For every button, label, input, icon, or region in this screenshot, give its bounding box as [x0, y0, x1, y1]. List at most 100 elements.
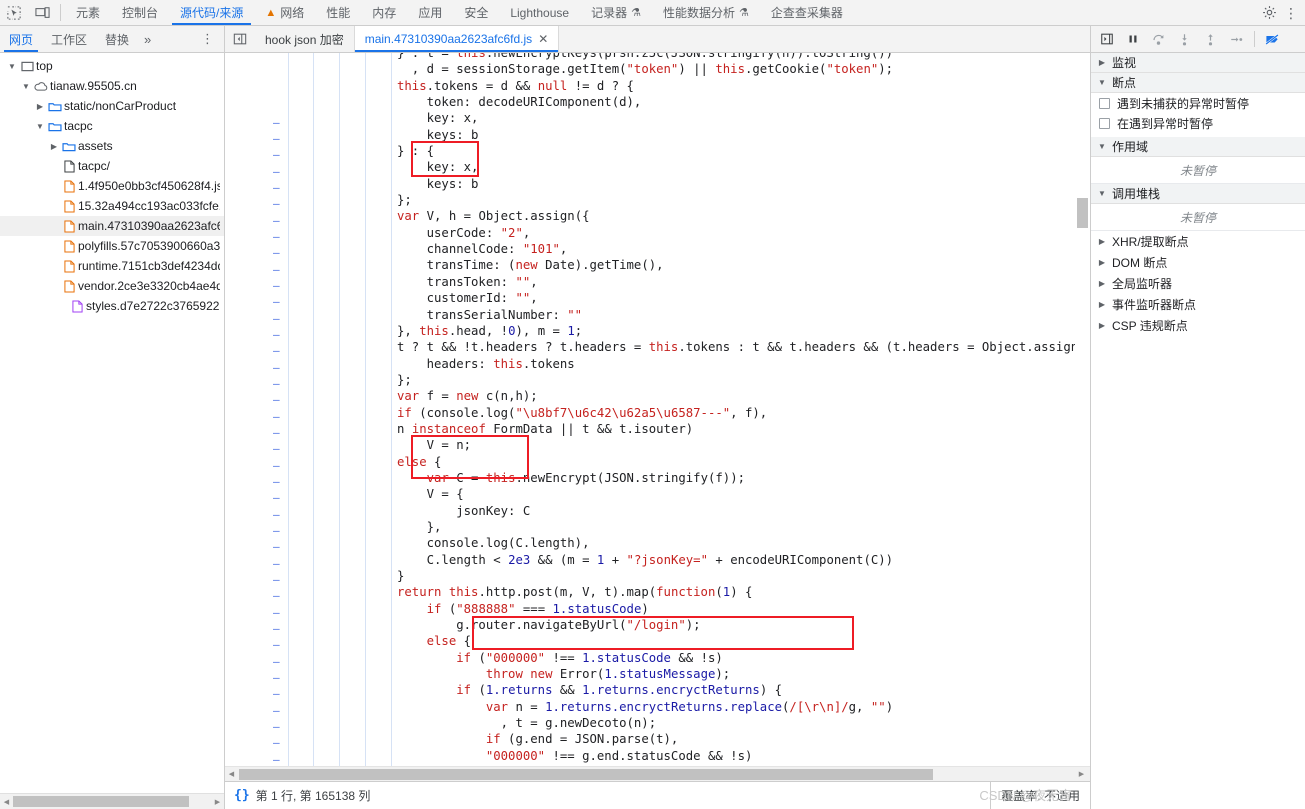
gutter-dash: –	[273, 557, 280, 570]
tree-item-tacpc-doc[interactable]: tacpc/	[0, 156, 224, 176]
tree-item-domain[interactable]: ▼ tianaw.95505.cn	[0, 76, 224, 96]
section-dom-breakpoints[interactable]: ▶ DOM 断点	[1091, 252, 1305, 273]
chevron-down-icon[interactable]: ▼	[1097, 78, 1107, 87]
device-toolbar-icon[interactable]	[28, 0, 56, 25]
section-csp-violation-breakpoints[interactable]: ▶ CSP 违规断点	[1091, 315, 1305, 336]
devtools-main-tabbar: 元素 控制台 源代码/来源 ▲ 网络 性能 内存 应用 安全 Lighthous…	[0, 0, 1305, 26]
scrollbar-track[interactable]	[13, 796, 211, 807]
tab-sources[interactable]: 源代码/来源	[169, 0, 254, 25]
step-over-icon[interactable]	[1146, 27, 1171, 51]
checkbox-icon[interactable]	[1099, 97, 1110, 109]
chevron-right-icon[interactable]: ▶	[34, 102, 46, 111]
section-label: 事件监听器断点	[1112, 298, 1197, 312]
scroll-left-icon[interactable]: ◀	[225, 770, 238, 778]
scroll-right-icon[interactable]: ▶	[1075, 770, 1088, 778]
editor-tab-hook-json[interactable]: hook json 加密	[255, 26, 355, 52]
tree-item-top[interactable]: ▼ top	[0, 56, 224, 76]
tab-qcc-collector[interactable]: 企查查采集器	[760, 0, 854, 25]
nav-tab-workspace[interactable]: 工作区	[42, 26, 96, 52]
chevron-right-icon[interactable]: ▶	[1097, 237, 1107, 246]
pretty-print-icon[interactable]: {}	[234, 788, 250, 803]
section-watch[interactable]: ▶ 监视	[1091, 53, 1305, 73]
step-out-icon[interactable]	[1198, 27, 1223, 51]
js-file-icon	[60, 279, 78, 293]
tab-label: 应用	[418, 6, 443, 20]
section-breakpoints[interactable]: ▼ 断点	[1091, 73, 1305, 93]
chevron-right-icon[interactable]: ▶	[1097, 279, 1107, 288]
tree-item-js-vendor[interactable]: vendor.2ce3e3320cb4ae4de	[0, 276, 224, 296]
more-tabs-icon[interactable]: »	[138, 26, 157, 52]
chevron-down-icon[interactable]: ▼	[1097, 189, 1107, 198]
tree-item-js-15[interactable]: 15.32a494cc193ac033fcfe.js	[0, 196, 224, 216]
close-icon[interactable]: ✕	[538, 33, 548, 45]
section-label: DOM 断点	[1112, 256, 1168, 270]
chevron-right-icon[interactable]: ▶	[1097, 300, 1107, 309]
section-xhr-breakpoints[interactable]: ▶ XHR/提取断点	[1091, 231, 1305, 252]
navigator-more-options-icon[interactable]: ⋮	[201, 26, 224, 52]
chevron-right-icon[interactable]: ▶	[48, 142, 60, 151]
tree-item-assets[interactable]: ▶ assets	[0, 136, 224, 156]
chevron-down-icon[interactable]: ▼	[1097, 142, 1107, 151]
source-code-text[interactable]: } : t = this.newEncryptKeys(prsh.z5c(JSO…	[397, 53, 1090, 766]
tab-memory[interactable]: 内存	[361, 0, 407, 25]
section-event-listener-breakpoints[interactable]: ▶ 事件监听器断点	[1091, 294, 1305, 315]
tab-security[interactable]: 安全	[453, 0, 499, 25]
tree-item-static-noncarproduct[interactable]: ▶ static/nonCarProduct	[0, 96, 224, 116]
tree-item-js-runtime[interactable]: runtime.7151cb3def4234ddt	[0, 256, 224, 276]
more-tabs-label: »	[144, 31, 152, 47]
tree-item-label: assets	[78, 139, 113, 153]
show-navigator-panel-icon[interactable]	[225, 26, 255, 52]
gutter-dash: –	[273, 508, 280, 521]
editor-horizontal-scrollbar[interactable]: ◀ ▶	[225, 766, 1090, 781]
code-scroll-region[interactable]: } : t = this.newEncryptKeys(prsh.z5c(JSO…	[397, 53, 1090, 766]
show-debugger-sidebar-icon[interactable]	[1094, 27, 1119, 51]
nav-tab-overrides[interactable]: 替换	[96, 26, 138, 52]
editor-vertical-scrollbar[interactable]	[1075, 53, 1090, 766]
scrollbar-thumb[interactable]	[13, 796, 189, 807]
inspect-element-icon[interactable]	[0, 0, 28, 25]
scroll-left-icon[interactable]: ◀	[0, 798, 13, 806]
pause-script-icon[interactable]	[1120, 27, 1145, 51]
nav-tab-page[interactable]: 网页	[0, 26, 42, 52]
gutter-dash: –	[273, 377, 280, 390]
tree-item-tacpc[interactable]: ▼ tacpc	[0, 116, 224, 136]
section-scope[interactable]: ▼ 作用域	[1091, 137, 1305, 157]
section-call-stack[interactable]: ▼ 调用堆栈	[1091, 184, 1305, 204]
tab-network[interactable]: ▲ 网络	[254, 0, 315, 25]
checkbox-icon[interactable]	[1099, 117, 1110, 129]
tab-elements[interactable]: 元素	[65, 0, 111, 25]
scrollbar-thumb[interactable]	[239, 769, 933, 780]
tree-item-js-main[interactable]: main.47310390aa2623afc6fd	[0, 216, 224, 236]
checkbox-pause-uncaught-exceptions[interactable]: 遇到未捕获的异常时暂停	[1091, 93, 1305, 113]
step-into-icon[interactable]	[1172, 27, 1197, 51]
step-icon[interactable]	[1224, 27, 1249, 51]
tab-performance-insights[interactable]: 性能数据分析 ⚗	[652, 0, 760, 25]
scroll-right-icon[interactable]: ▶	[211, 798, 224, 806]
tab-lighthouse[interactable]: Lighthouse	[499, 0, 580, 25]
tab-console[interactable]: 控制台	[111, 0, 169, 25]
chevron-down-icon[interactable]: ▼	[6, 62, 18, 71]
more-options-icon[interactable]: ⋮	[1281, 1, 1301, 25]
tree-item-css-styles[interactable]: styles.d7e2722c37659225c2	[0, 296, 224, 316]
checkbox-pause-exceptions[interactable]: 在遇到异常时暂停	[1091, 113, 1305, 133]
section-label: 断点	[1112, 76, 1137, 90]
tab-application[interactable]: 应用	[407, 0, 453, 25]
gear-icon[interactable]	[1257, 1, 1281, 25]
tab-recorder[interactable]: 记录器 ⚗	[580, 0, 652, 25]
tab-performance[interactable]: 性能	[315, 0, 361, 25]
chevron-right-icon[interactable]: ▶	[1097, 321, 1107, 330]
chevron-down-icon[interactable]: ▼	[20, 82, 32, 91]
chevron-down-icon[interactable]: ▼	[34, 122, 46, 131]
section-global-listeners[interactable]: ▶ 全局监听器	[1091, 273, 1305, 294]
tree-item-js-1[interactable]: 1.4f950e0bb3cf450628f4.js	[0, 176, 224, 196]
navigator-horizontal-scrollbar[interactable]: ◀ ▶	[0, 793, 224, 809]
tree-item-label: main.47310390aa2623afc6fd	[78, 219, 220, 233]
chevron-right-icon[interactable]: ▶	[1097, 58, 1107, 67]
deactivate-breakpoints-icon[interactable]	[1260, 27, 1285, 51]
scrollbar-thumb[interactable]	[1077, 198, 1088, 228]
code-editor[interactable]: – – – – – – – – – – – – – – – – – – – – …	[225, 53, 1090, 766]
editor-pane: – – – – – – – – – – – – – – – – – – – – …	[225, 53, 1090, 809]
editor-tab-main-js[interactable]: main.47310390aa2623afc6fd.js ✕	[354, 26, 560, 52]
tree-item-js-polyfills[interactable]: polyfills.57c7053900660a3f1	[0, 236, 224, 256]
chevron-right-icon[interactable]: ▶	[1097, 258, 1107, 267]
